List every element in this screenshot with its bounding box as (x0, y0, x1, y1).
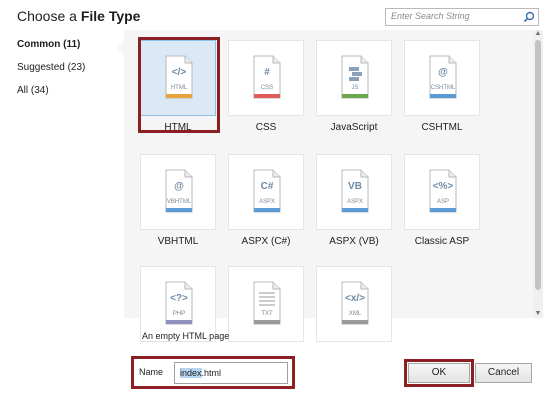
title-prefix: Choose a (17, 8, 81, 24)
file-type-label: CSHTML (421, 122, 463, 133)
javascript-file-icon (341, 55, 369, 99)
tile-tag: CSHTML (430, 85, 456, 91)
tile-glyph: VB (348, 181, 362, 192)
file-type-description: An empty HTML page (142, 331, 230, 341)
tile-glyph: <?> (170, 293, 188, 304)
tile-tag: TXT (261, 311, 273, 317)
tile-tag: VBHTML (166, 199, 192, 205)
category-sidebar: Common (11) Suggested (23) All (34) (17, 36, 85, 105)
search-placeholder: Enter Search String (391, 11, 470, 21)
file-type-tile[interactable]: C# ASPX (228, 154, 304, 230)
tile-glyph: @ (174, 181, 184, 192)
tile-glyph: <x/> (344, 293, 366, 304)
file-type-label: CSS (255, 122, 277, 133)
scroll-down-icon[interactable]: ▼ (534, 310, 542, 318)
tile-tag: XML (348, 311, 362, 317)
tile-tag: ASP (436, 199, 449, 205)
tile-glyph: # (264, 67, 270, 78)
scrollbar-thumb[interactable] (535, 40, 541, 290)
sidebar-item[interactable]: Suggested (23) (17, 59, 85, 82)
name-field-highlight (131, 356, 295, 389)
file-type-label: ASPX (C#) (241, 236, 291, 247)
file-type-tile[interactable]: <x/> XML (316, 266, 392, 342)
tile-tag: CSS (260, 85, 274, 91)
file-type-label: VBHTML (157, 236, 199, 247)
search-icon[interactable] (523, 11, 535, 23)
tile-glyph: @ (438, 67, 448, 78)
cancel-button[interactable]: Cancel (475, 363, 532, 383)
selected-tile-highlight (138, 37, 220, 133)
file-type-tile[interactable]: TXT (228, 266, 304, 342)
scroll-up-icon[interactable]: ▲ (534, 30, 542, 38)
file-type-tile[interactable]: <%> ASP (404, 154, 480, 230)
search-input[interactable]: Enter Search String (385, 8, 539, 26)
sidebar-item[interactable]: All (34) (17, 82, 85, 105)
tile-tag: JS (351, 85, 359, 91)
file-type-tile[interactable]: @ CSHTML (404, 40, 480, 116)
file-type-tile[interactable]: # CSS (228, 40, 304, 116)
file-type-tile[interactable]: @ VBHTML (140, 154, 216, 230)
file-type-label: JavaScript (330, 122, 378, 133)
tile-tag: PHP (172, 311, 186, 317)
tile-glyph: C# (260, 181, 274, 192)
text-file-icon (253, 281, 281, 325)
ok-button-highlight (404, 359, 474, 387)
sidebar-item[interactable]: Common (11) (17, 36, 85, 59)
file-type-tile[interactable]: JS (316, 40, 392, 116)
tile-tag: ASPX (346, 199, 363, 205)
file-type-tile[interactable]: VB ASPX (316, 154, 392, 230)
file-type-label: ASPX (VB) (329, 236, 379, 247)
file-type-label: Classic ASP (414, 236, 470, 247)
grid-scrollbar[interactable]: ▲ ▼ (533, 30, 543, 318)
title-bold: File Type (80, 8, 141, 24)
dialog-title: Choose a File Type (17, 8, 140, 24)
tile-tag: ASPX (258, 199, 275, 205)
tile-glyph: <%> (432, 181, 454, 192)
